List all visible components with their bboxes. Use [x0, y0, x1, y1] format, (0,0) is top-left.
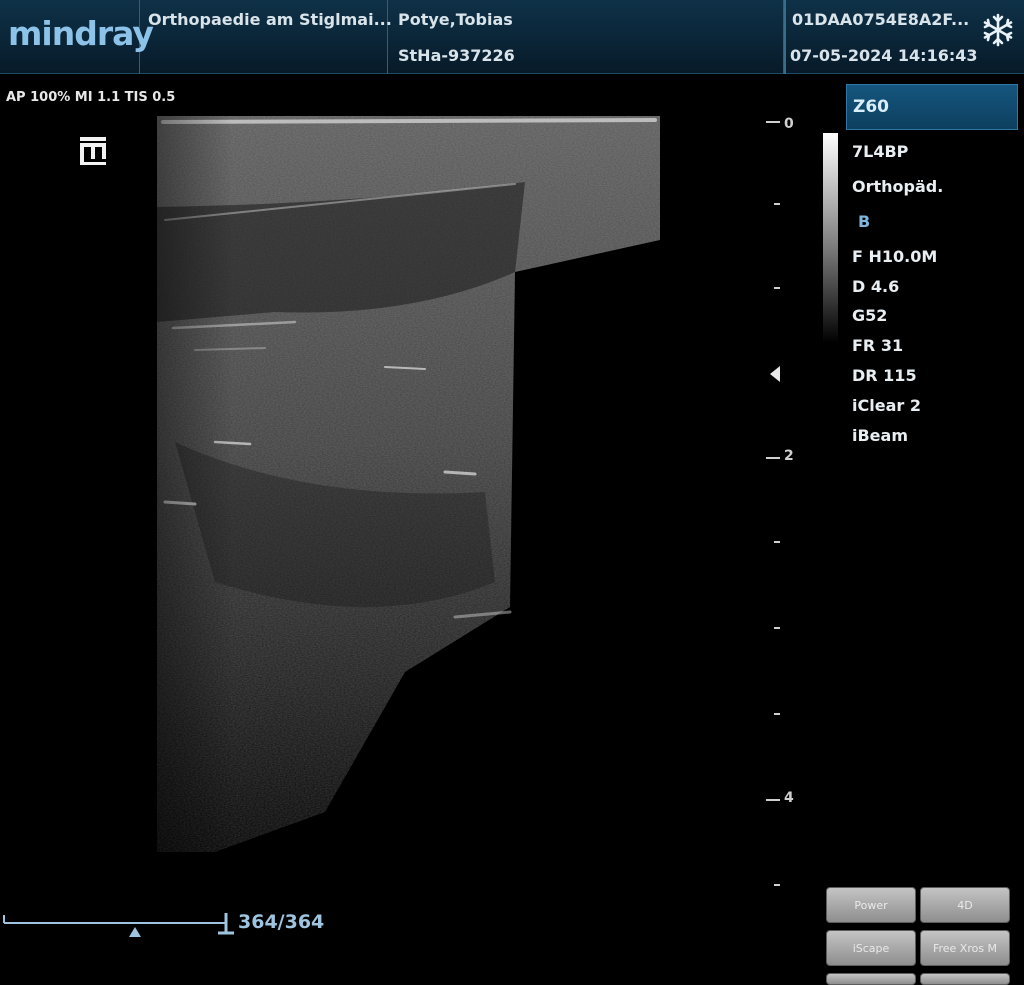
acoustic-output-params: AP 100% MI 1.1 TIS 0.5: [6, 90, 176, 105]
preset-box[interactable]: Z60: [846, 84, 1018, 130]
patient-id: StHa-937226: [398, 46, 515, 65]
cine-thumb[interactable]: [128, 927, 141, 937]
soft-button-row3-left[interactable]: [826, 973, 916, 985]
depth-label-0: 0: [784, 116, 794, 132]
snowflake-icon: [983, 13, 1013, 47]
grayscale-bar: [823, 133, 838, 343]
header-bar: mindray Orthopaedie am Stiglmai... Potye…: [0, 0, 1024, 74]
frame-rate: FR 31: [852, 336, 904, 355]
4d-button[interactable]: 4D: [920, 887, 1010, 923]
probe-orientation-icon: [80, 137, 106, 165]
frame-counter: 364/364: [238, 911, 325, 933]
power-button[interactable]: Power: [826, 887, 916, 923]
exam-id: 01DAA0754E8A2F...: [792, 10, 970, 29]
exam-preset: Orthopäd.: [852, 177, 944, 196]
dynamic-range: DR 115: [852, 366, 917, 385]
frequency: F H10.0M: [852, 247, 938, 266]
mindray-logo: mindray: [8, 14, 154, 53]
ultrasound-image[interactable]: [155, 112, 665, 852]
preset-label: Z60: [853, 97, 889, 117]
iscape-button[interactable]: iScape: [826, 930, 916, 966]
gain-value: G52: [852, 306, 888, 325]
depth-value: D 4.6: [852, 277, 900, 296]
patient-name: Potye,Tobias: [398, 10, 513, 29]
iclear-value: iClear 2: [852, 396, 921, 415]
exam-info-cell: 01DAA0754E8A2F... 07-05-2024 14:16:43: [784, 0, 1024, 74]
logo-cell: mindray: [0, 0, 154, 74]
hospital-name: Orthopaedie am Stiglmai...: [148, 10, 392, 29]
probe-name: 7L4BP: [852, 142, 909, 161]
focus-marker-icon[interactable]: [770, 366, 780, 382]
free-xros-button[interactable]: Free Xros M: [920, 930, 1010, 966]
exam-datetime: 07-05-2024 14:16:43: [790, 46, 978, 65]
depth-label-4: 4: [784, 790, 794, 806]
soft-button-row3-right[interactable]: [920, 973, 1010, 985]
imaging-mode: B: [858, 212, 871, 231]
cine-slider[interactable]: [0, 905, 240, 945]
ibeam-label: iBeam: [852, 426, 908, 445]
hospital-cell: Orthopaedie am Stiglmai...: [140, 0, 392, 74]
patient-info-cell[interactable]: Potye,Tobias StHa-937226: [388, 0, 784, 74]
depth-scale: 0 2 4: [760, 110, 820, 910]
depth-label-2: 2: [784, 448, 794, 464]
